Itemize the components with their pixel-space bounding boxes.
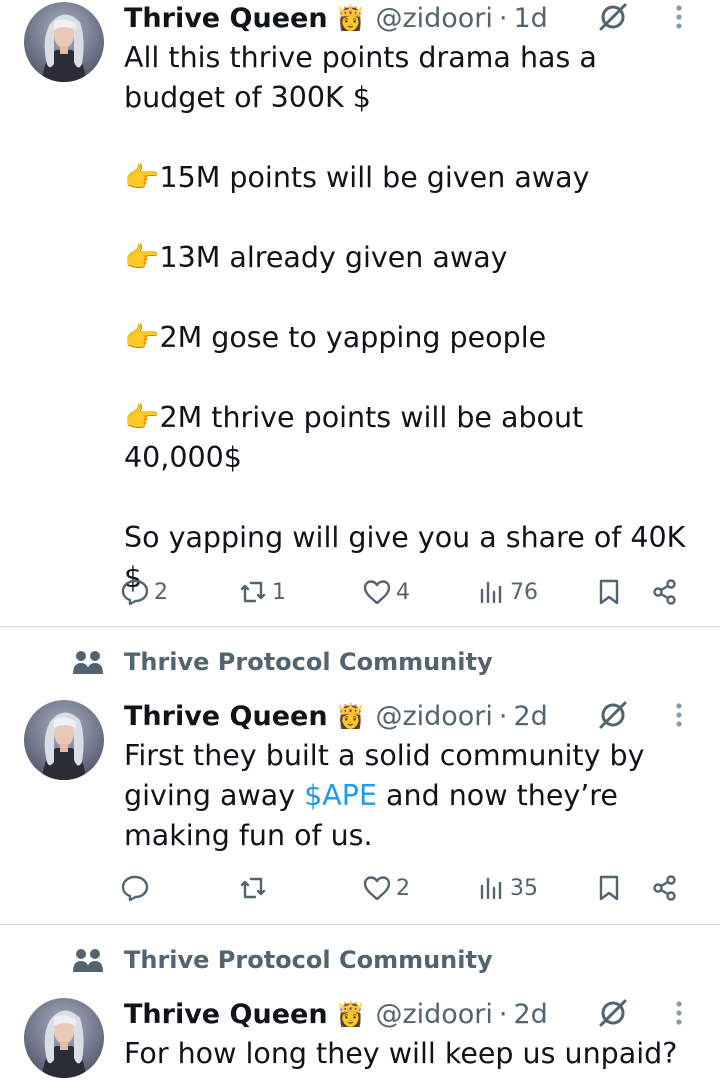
repost-icon: [240, 581, 266, 603]
share-button[interactable]: [650, 574, 680, 610]
share-icon: [653, 875, 676, 901]
view-count: 35: [510, 875, 538, 901]
badge-emoji: 👸: [335, 4, 366, 32]
view-count: 76: [510, 579, 538, 605]
reply-icon: [121, 875, 149, 902]
reply-count: 2: [154, 579, 168, 605]
bookmark-icon: [599, 579, 619, 605]
author-name[interactable]: Thrive Queen: [124, 701, 328, 732]
share-button[interactable]: [650, 870, 680, 906]
repost-button[interactable]: [238, 870, 272, 906]
repost-icon: [240, 877, 266, 899]
grok-icon[interactable]: [596, 0, 630, 34]
tweet-actions: 2 1 4 76: [120, 574, 690, 610]
badge-emoji: 👸: [335, 702, 366, 730]
grok-icon[interactable]: [596, 996, 630, 1030]
more-options-icon[interactable]: [668, 0, 690, 34]
share-icon: [653, 579, 676, 605]
reply-button[interactable]: 2: [120, 574, 168, 610]
separator-dot: ·: [498, 2, 508, 34]
tweet-time[interactable]: 1d: [513, 3, 547, 34]
more-options-icon[interactable]: [668, 996, 690, 1030]
like-button[interactable]: 2: [362, 870, 410, 906]
badge-emoji: 👸: [335, 1000, 366, 1028]
views-button[interactable]: 76: [476, 574, 538, 610]
tweet-time[interactable]: 2d: [513, 999, 547, 1030]
tweet-header: Thrive Queen 👸 @zidoori · 1d: [124, 0, 548, 36]
like-button[interactable]: 4: [362, 574, 410, 610]
bookmark-icon: [599, 875, 619, 901]
bookmark-button[interactable]: [594, 870, 624, 906]
grok-icon[interactable]: [596, 698, 630, 732]
avatar[interactable]: [24, 700, 104, 780]
like-count: 4: [396, 579, 410, 605]
tweet-text: First they built a solid community by gi…: [124, 736, 704, 856]
reply-button[interactable]: [120, 870, 154, 906]
author-name[interactable]: Thrive Queen: [124, 3, 328, 34]
tweet-header: Thrive Queen 👸 @zidoori · 2d: [124, 698, 548, 734]
author-name[interactable]: Thrive Queen: [124, 999, 328, 1030]
tweet-actions: 2 35: [120, 870, 690, 906]
author-handle[interactable]: @zidoori: [375, 3, 492, 34]
tweet-header: Thrive Queen 👸 @zidoori · 2d: [124, 996, 548, 1032]
repost-count: 1: [272, 579, 286, 605]
separator-dot: ·: [498, 998, 508, 1030]
bookmark-button[interactable]: [594, 574, 624, 610]
tweet-text: All this thrive points drama has a budge…: [124, 41, 686, 594]
community-label[interactable]: Thrive Protocol Community: [72, 942, 493, 978]
divider: [0, 626, 720, 627]
separator-dot: ·: [498, 700, 508, 732]
avatar[interactable]: [24, 2, 104, 82]
like-count: 2: [396, 875, 410, 901]
more-options-icon[interactable]: [668, 698, 690, 732]
heart-icon: [363, 580, 391, 605]
repost-button[interactable]: 1: [238, 574, 286, 610]
community-icon: [73, 949, 103, 972]
tweet-time[interactable]: 2d: [513, 701, 547, 732]
reply-icon: [121, 579, 149, 606]
views-icon: [480, 581, 502, 604]
tweet-text: For how long they will keep us unpaid?: [124, 1037, 678, 1070]
divider: [0, 924, 720, 925]
heart-icon: [363, 876, 391, 901]
author-handle[interactable]: @zidoori: [375, 701, 492, 732]
avatar[interactable]: [24, 998, 104, 1078]
community-icon: [73, 651, 103, 674]
community-name[interactable]: Thrive Protocol Community: [124, 946, 493, 974]
community-label[interactable]: Thrive Protocol Community: [72, 644, 493, 680]
cashtag-link[interactable]: $APE: [304, 779, 377, 812]
author-handle[interactable]: @zidoori: [375, 999, 492, 1030]
views-button[interactable]: 35: [476, 870, 538, 906]
views-icon: [480, 877, 502, 900]
community-name[interactable]: Thrive Protocol Community: [124, 648, 493, 676]
